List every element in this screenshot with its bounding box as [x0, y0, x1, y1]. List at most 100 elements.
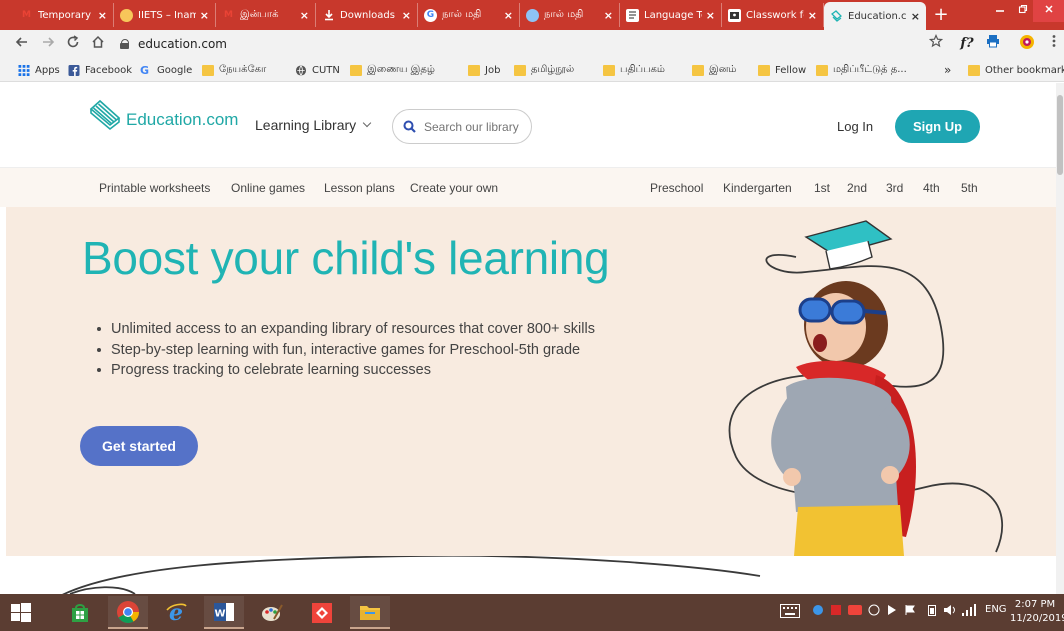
- tray-app-icon[interactable]: [868, 604, 880, 619]
- tray-app-icon[interactable]: [886, 604, 898, 619]
- keyboard-icon[interactable]: [780, 604, 800, 621]
- site-logo[interactable]: Education.com: [88, 99, 238, 131]
- decorative-scribble: [62, 556, 761, 594]
- lock-icon: [120, 39, 130, 49]
- windows-start-icon[interactable]: [10, 602, 32, 624]
- browser-tab[interactable]: IIETS – Inam ×: [114, 3, 216, 27]
- close-tab-icon[interactable]: ×: [200, 9, 209, 22]
- bookmark-cutn[interactable]: CUTN: [295, 62, 340, 78]
- grade-2nd[interactable]: 2nd: [847, 181, 867, 195]
- menu-dots-icon[interactable]: [1044, 34, 1064, 54]
- tray-app-icon[interactable]: [830, 604, 842, 619]
- close-tab-icon[interactable]: ×: [504, 9, 513, 22]
- printer-extension-icon[interactable]: [983, 34, 1003, 54]
- battery-icon[interactable]: [928, 604, 936, 619]
- input-language[interactable]: ENG: [985, 604, 1007, 615]
- bookmark-folder[interactable]: இணைய இதழ்: [350, 62, 435, 78]
- bookmark-label: CUTN: [312, 64, 340, 76]
- close-tab-icon[interactable]: ×: [98, 9, 107, 22]
- bookmark-label: தமிழ்நூல்: [531, 64, 575, 75]
- formula-extension-icon[interactable]: f?: [957, 34, 977, 54]
- volume-icon[interactable]: [943, 604, 957, 619]
- browser-tab-active[interactable]: Education.c ×: [824, 2, 926, 30]
- bookmark-label: மதிப்பீட்டுத் த...: [833, 64, 907, 75]
- grade-3rd[interactable]: 3rd: [886, 181, 903, 195]
- close-tab-icon[interactable]: ×: [706, 9, 715, 22]
- tray-app-icon[interactable]: [812, 604, 824, 619]
- paint-icon[interactable]: [252, 596, 292, 629]
- flag-icon[interactable]: [904, 604, 916, 619]
- tray-app-icon[interactable]: [848, 604, 862, 619]
- scrollbar-thumb[interactable]: [1057, 95, 1063, 175]
- learning-library-menu[interactable]: Learning Library: [255, 117, 372, 133]
- hero-child-illustration: [728, 220, 1004, 556]
- search-input[interactable]: [424, 119, 520, 134]
- store-icon[interactable]: [60, 596, 100, 629]
- bookmark-facebook[interactable]: Facebook: [68, 62, 132, 78]
- education-logo-icon: [89, 99, 121, 131]
- browser-tab[interactable]: Downloads ×: [316, 3, 418, 27]
- get-started-button[interactable]: Get started: [80, 426, 198, 466]
- taskbar-clock[interactable]: 2:07 PM 11/20/2019: [1010, 598, 1064, 626]
- close-tab-icon[interactable]: ×: [808, 9, 817, 22]
- site-search-box[interactable]: [392, 109, 532, 144]
- bookmark-folder[interactable]: Job: [468, 62, 500, 78]
- grade-kindergarten[interactable]: Kindergarten: [723, 181, 792, 195]
- grade-5th[interactable]: 5th: [961, 181, 978, 195]
- tab-title: Education.c: [848, 10, 907, 22]
- bookmark-folder[interactable]: பதிப்பகம்: [603, 62, 665, 78]
- close-tab-icon[interactable]: ×: [402, 9, 411, 22]
- folder-icon: [692, 64, 704, 76]
- bookmark-google[interactable]: G Google: [140, 62, 192, 78]
- browser-tab[interactable]: M Temporary I ×: [14, 3, 114, 27]
- nav-lesson-plans[interactable]: Lesson plans: [324, 181, 395, 195]
- back-icon[interactable]: [12, 34, 32, 54]
- new-tab-button[interactable]: +: [930, 4, 952, 26]
- folder-icon: [816, 64, 828, 76]
- browser-tab[interactable]: Classwork fo ×: [722, 3, 824, 27]
- nav-create-your-own[interactable]: Create your own: [410, 181, 498, 195]
- bookmark-star-icon[interactable]: [926, 33, 946, 54]
- url-field[interactable]: education.com: [114, 33, 950, 55]
- grade-1st[interactable]: 1st: [814, 181, 830, 195]
- nav-online-games[interactable]: Online games: [231, 181, 305, 195]
- nav-printable-worksheets[interactable]: Printable worksheets: [99, 181, 210, 195]
- page-scrollbar[interactable]: [1056, 83, 1064, 594]
- grade-4th[interactable]: 4th: [923, 181, 940, 195]
- home-icon[interactable]: [88, 34, 108, 54]
- bookmark-folder[interactable]: தமிழ்நூல்: [514, 62, 574, 78]
- signal-icon[interactable]: [962, 604, 976, 619]
- browser-tab[interactable]: Language Te ×: [620, 3, 722, 27]
- minimize-window-icon[interactable]: [987, 0, 1013, 22]
- signup-button[interactable]: Sign Up: [895, 110, 980, 143]
- internet-explorer-icon[interactable]: e: [156, 596, 196, 629]
- more-bookmarks-button[interactable]: »: [944, 62, 951, 78]
- close-tab-icon[interactable]: ×: [300, 9, 309, 22]
- login-link[interactable]: Log In: [837, 119, 873, 134]
- forward-icon[interactable]: [38, 34, 58, 54]
- close-tab-icon[interactable]: ×: [604, 9, 613, 22]
- close-tab-icon[interactable]: ×: [911, 10, 920, 23]
- bookmark-apps[interactable]: Apps: [18, 62, 60, 78]
- file-explorer-icon[interactable]: [350, 596, 390, 629]
- browser-tab[interactable]: நால் மதி ×: [520, 3, 620, 27]
- bookmark-label: இணைய இதழ்: [367, 64, 435, 75]
- browser-tab[interactable]: G நால் மதி ×: [418, 3, 520, 27]
- bookmark-folder[interactable]: இனம்: [692, 62, 736, 78]
- bookmark-folder[interactable]: Fellow: [758, 62, 806, 78]
- anydesk-icon[interactable]: [302, 596, 342, 629]
- close-window-icon[interactable]: [1033, 0, 1064, 22]
- browser-tab[interactable]: M இன்பாக் ×: [216, 3, 316, 27]
- grade-preschool[interactable]: Preschool: [650, 181, 703, 195]
- bookmark-folder[interactable]: நேயக்கோ: [202, 62, 266, 78]
- other-bookmarks[interactable]: Other bookmarks: [968, 62, 1064, 78]
- bookmark-label: இனம்: [709, 64, 737, 75]
- reload-icon[interactable]: [63, 34, 83, 54]
- benefit-item: Unlimited access to an expanding library…: [97, 319, 595, 340]
- word-icon[interactable]: W: [204, 596, 244, 629]
- restore-window-icon[interactable]: [1013, 0, 1033, 22]
- chrome-icon[interactable]: [108, 596, 148, 629]
- bookmark-folder[interactable]: மதிப்பீட்டுத் த...: [816, 62, 907, 78]
- profile-avatar-icon[interactable]: [1017, 34, 1037, 54]
- folder-icon: [968, 64, 980, 76]
